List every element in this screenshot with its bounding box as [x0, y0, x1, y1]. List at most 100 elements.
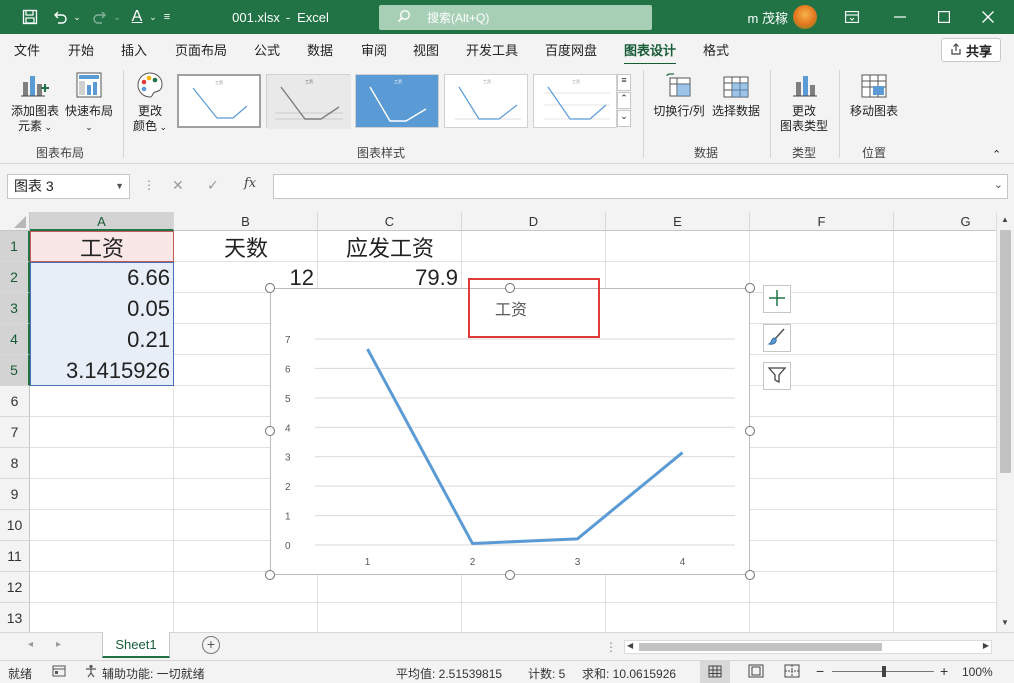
cell-mode-icon[interactable]: [52, 664, 66, 681]
zoom-level[interactable]: 100%: [962, 665, 993, 679]
redo-icon[interactable]: [88, 0, 112, 34]
tab-11[interactable]: 格式: [703, 40, 729, 59]
row-header-4[interactable]: 4: [0, 324, 30, 355]
tab-8[interactable]: 开发工具: [466, 40, 518, 59]
undo-icon[interactable]: [48, 0, 72, 34]
normal-view-icon[interactable]: [700, 661, 730, 683]
column-header-G[interactable]: G: [894, 212, 996, 231]
row-header-2[interactable]: 2: [0, 262, 30, 293]
zoom-out-icon[interactable]: −: [816, 663, 824, 679]
next-sheet-icon[interactable]: ▸: [56, 639, 61, 650]
vertical-scroll-thumb[interactable]: [1000, 230, 1011, 473]
chart-style-thumbnail-3[interactable]: 工资: [355, 74, 439, 128]
cancel-icon[interactable]: ✕: [172, 177, 184, 194]
row-header-3[interactable]: 3: [0, 293, 30, 324]
row-header-10[interactable]: 10: [0, 510, 30, 541]
row-header-1[interactable]: 1: [0, 231, 30, 262]
column-header-C[interactable]: C: [318, 212, 462, 231]
tab-2[interactable]: 插入: [121, 40, 147, 59]
expand-formula-icon[interactable]: ⌄: [994, 178, 1003, 191]
horizontal-scroll-thumb[interactable]: [639, 643, 882, 651]
row-header-5[interactable]: 5: [0, 355, 30, 386]
row-header-12[interactable]: 12: [0, 572, 30, 603]
add-sheet-icon[interactable]: +: [202, 636, 220, 654]
chart-style-thumbnail-2[interactable]: 工资: [266, 74, 351, 129]
collapse-ribbon-icon[interactable]: ⌃: [992, 148, 1001, 161]
tab-7[interactable]: 视图: [413, 40, 439, 59]
undo-dropdown-icon[interactable]: ⌄: [72, 0, 82, 34]
resize-handle[interactable]: [745, 283, 755, 293]
scroll-left-icon[interactable]: ◀: [627, 641, 633, 650]
zoom-slider-thumb[interactable]: [882, 666, 886, 677]
resize-handle[interactable]: [265, 426, 275, 436]
save-icon[interactable]: [14, 0, 46, 34]
chart-style-thumbnail-1[interactable]: 工资: [177, 74, 261, 128]
row-header-9[interactable]: 9: [0, 479, 30, 510]
redo-dropdown-icon[interactable]: ⌄: [112, 0, 122, 34]
close-icon[interactable]: [968, 0, 1008, 34]
resize-handle[interactable]: [505, 283, 515, 293]
switch-row-column-button[interactable]: 切换行/列: [650, 72, 708, 119]
tab-10[interactable]: 图表设计: [624, 40, 677, 66]
change-colors-button[interactable]: 更改 颜色 ⌄: [130, 70, 170, 135]
scroll-down-icon[interactable]: ▼: [1001, 618, 1009, 627]
resize-handle[interactable]: [505, 570, 515, 580]
select-all-corner[interactable]: [0, 212, 30, 231]
accessibility-status[interactable]: 辅助功能: 一切就绪: [102, 665, 205, 682]
cell-c1[interactable]: 应发工资: [318, 231, 462, 262]
status-sum[interactable]: 求和: 10.0615926: [582, 665, 676, 682]
font-color-icon[interactable]: A: [126, 0, 148, 34]
ribbon-display-icon[interactable]: [838, 0, 866, 34]
resize-handle[interactable]: [265, 283, 275, 293]
resize-handle[interactable]: [265, 570, 275, 580]
chart-style-thumbnail-5[interactable]: 工资: [533, 74, 617, 128]
tab-5[interactable]: 数据: [307, 40, 333, 59]
cell-a1[interactable]: 工资: [30, 231, 174, 262]
name-box[interactable]: 图表 3 ▼: [7, 174, 130, 199]
cell-a5[interactable]: 3.1415926: [30, 355, 174, 386]
cell-a4[interactable]: 0.21: [30, 324, 174, 355]
vertical-scrollbar[interactable]: ▲ ▼: [996, 212, 1014, 632]
move-chart-button[interactable]: 移动图表: [846, 72, 902, 119]
tab-split-grip-icon[interactable]: ⋮: [605, 640, 617, 654]
minimize-icon[interactable]: [880, 0, 920, 34]
page-layout-view-icon[interactable]: [748, 664, 764, 681]
tab-4[interactable]: 公式: [254, 40, 280, 59]
name-box-dropdown-icon[interactable]: ▼: [115, 175, 124, 198]
scroll-right-icon[interactable]: ▶: [983, 641, 989, 650]
column-header-E[interactable]: E: [606, 212, 750, 231]
add-chart-element-button[interactable]: 添加图表 元素 ⌄: [8, 70, 62, 135]
maximize-icon[interactable]: [924, 0, 964, 34]
row-header-6[interactable]: 6: [0, 386, 30, 417]
cell-a3[interactable]: 0.05: [30, 293, 174, 324]
search-box[interactable]: 搜索(Alt+Q): [379, 5, 652, 30]
tab-0[interactable]: 文件: [14, 40, 40, 59]
cell-a2[interactable]: 6.66: [30, 262, 174, 293]
change-chart-type-button[interactable]: 更改 图表类型: [776, 72, 832, 134]
chart-elements-button[interactable]: [763, 285, 791, 313]
horizontal-scrollbar[interactable]: ◀ ▶: [624, 640, 992, 654]
chart-style-thumbnail-4[interactable]: 工资: [444, 74, 528, 128]
row-header-13[interactable]: 13: [0, 603, 30, 632]
avatar[interactable]: [793, 5, 817, 29]
status-average[interactable]: 平均值: 2.51539815: [396, 665, 502, 682]
column-header-F[interactable]: F: [750, 212, 894, 231]
status-count[interactable]: 计数: 5: [528, 665, 565, 682]
tab-6[interactable]: 审阅: [361, 40, 387, 59]
insert-function-icon[interactable]: fx: [244, 176, 256, 191]
accessibility-icon[interactable]: [84, 664, 98, 681]
row-header-8[interactable]: 8: [0, 448, 30, 479]
tab-1[interactable]: 开始: [68, 40, 94, 59]
gallery-scroll-up-icon[interactable]: ⌃: [617, 92, 631, 109]
resize-handle[interactable]: [745, 570, 755, 580]
user-name[interactable]: m 茂稼: [734, 0, 788, 34]
quick-layout-button[interactable]: 快速布局 ⌄: [64, 70, 114, 135]
tab-9[interactable]: 百度网盘: [545, 40, 597, 59]
column-header-B[interactable]: B: [174, 212, 318, 231]
column-header-D[interactable]: D: [462, 212, 606, 231]
tab-3[interactable]: 页面布局: [175, 40, 227, 59]
resize-handle[interactable]: [745, 426, 755, 436]
chart-filters-button[interactable]: [763, 362, 791, 390]
row-header-11[interactable]: 11: [0, 541, 30, 572]
share-button[interactable]: 共享: [941, 38, 1001, 62]
